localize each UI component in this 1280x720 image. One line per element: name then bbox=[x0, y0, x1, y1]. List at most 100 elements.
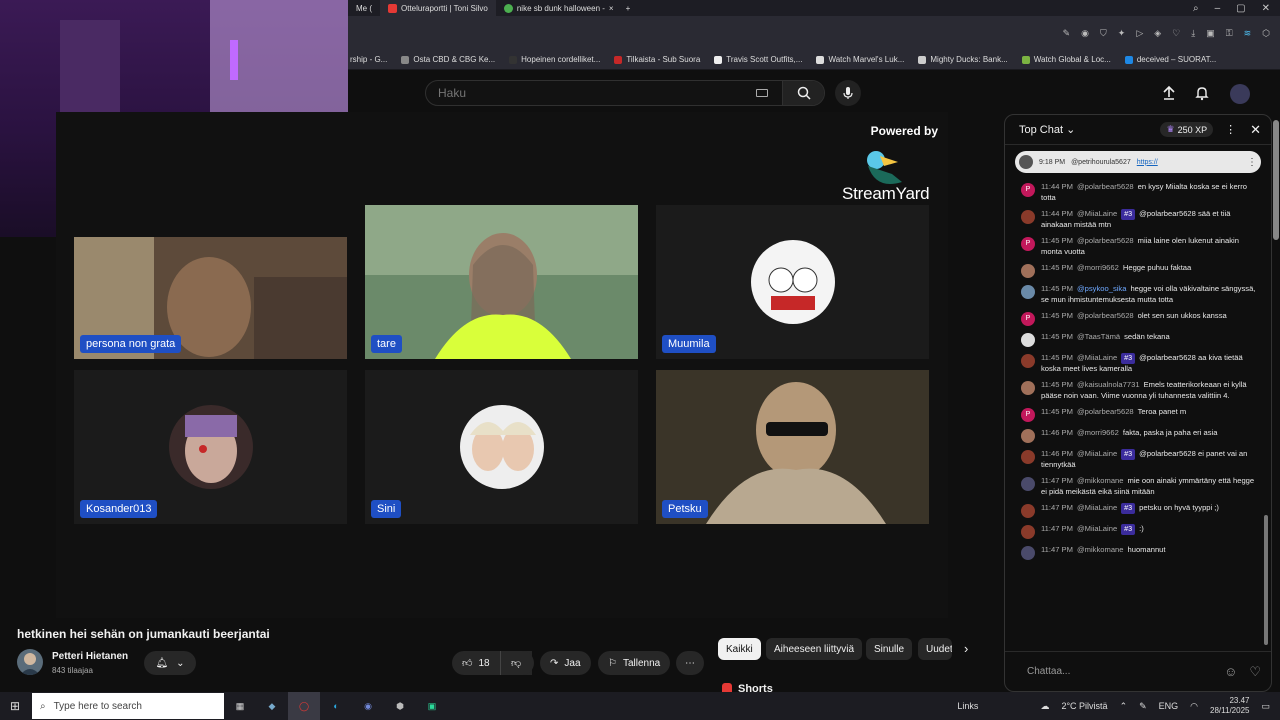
upload-icon[interactable] bbox=[1160, 84, 1178, 102]
search-tabs-icon[interactable]: ⌕ bbox=[1193, 3, 1199, 14]
chat-app-icon[interactable]: ▣ bbox=[416, 692, 448, 720]
chip-for-you[interactable]: Sinulle bbox=[866, 638, 913, 660]
chevron-up-icon[interactable]: ⌃ bbox=[1120, 701, 1128, 712]
channel-name[interactable]: Petteri Hietanen bbox=[52, 651, 128, 662]
avatar[interactable] bbox=[1021, 477, 1035, 491]
chat-author[interactable]: @mikkomane bbox=[1077, 476, 1124, 485]
page-scrollbar[interactable] bbox=[1273, 120, 1279, 240]
bookmark[interactable]: Tilkaista - Sub Suora bbox=[614, 55, 700, 64]
pen-icon[interactable]: ✎ bbox=[1139, 701, 1147, 712]
more-icon[interactable]: ⋮ bbox=[1225, 123, 1236, 136]
notifications-icon[interactable] bbox=[1193, 84, 1211, 102]
chat-message[interactable]: P 11:45 PM @polarbear5628 miia laine olen l… bbox=[1005, 233, 1263, 260]
close-icon[interactable]: ✕ bbox=[1250, 122, 1261, 138]
avatar[interactable] bbox=[1021, 285, 1035, 299]
new-tab-icon[interactable]: + bbox=[622, 4, 635, 13]
chat-author[interactable]: @mikkomane bbox=[1077, 545, 1124, 554]
avatar[interactable] bbox=[1021, 504, 1035, 518]
task-view-icon[interactable]: ▦ bbox=[224, 692, 256, 720]
bookmark[interactable]: Mighty Ducks: Bank... bbox=[918, 55, 1008, 64]
browser-tab[interactable]: Me ( bbox=[348, 0, 380, 16]
share-button[interactable]: ↷ Jaa bbox=[540, 651, 591, 675]
save-button[interactable]: ⚐ Tallenna bbox=[598, 651, 671, 675]
chat-message[interactable]: 11:46 PM @MiiaLaine #3 @polarbear5628 ei pa… bbox=[1005, 446, 1263, 473]
avatar[interactable] bbox=[1021, 450, 1035, 464]
chat-author[interactable]: @MiiaLaine bbox=[1077, 524, 1117, 533]
snapshot-icon[interactable]: ▣ bbox=[1206, 28, 1215, 39]
xp-badge[interactable]: ♛ 250 XP bbox=[1160, 122, 1214, 137]
avatar[interactable]: P bbox=[1021, 408, 1035, 422]
chat-author[interactable]: @kaisualnola7731 bbox=[1077, 380, 1140, 389]
copilot-icon[interactable]: ◆ bbox=[256, 692, 288, 720]
chat-scrollbar[interactable] bbox=[1264, 515, 1268, 645]
heart-icon[interactable]: ♡ bbox=[1249, 664, 1261, 680]
maximize-icon[interactable]: ▢ bbox=[1236, 3, 1245, 14]
emoji-icon[interactable]: ☺ bbox=[1224, 664, 1237, 679]
avatar[interactable]: P bbox=[1021, 237, 1035, 251]
download-icon[interactable]: ⤓ bbox=[1191, 28, 1195, 39]
extension-icon[interactable]: ✦ bbox=[1118, 28, 1126, 39]
chat-input[interactable]: Chattaa... bbox=[1027, 666, 1212, 677]
keyboard-icon[interactable] bbox=[756, 89, 768, 97]
wallet-icon[interactable]: ◈ bbox=[1154, 28, 1161, 39]
bookmark[interactable]: rship - G... bbox=[350, 55, 387, 64]
more-icon[interactable]: ⋮ bbox=[1247, 157, 1257, 168]
chat-author[interactable]: @MiiaLaine bbox=[1077, 503, 1117, 512]
avatar[interactable] bbox=[1021, 264, 1035, 278]
chat-author[interactable]: @MiiaLaine bbox=[1077, 353, 1117, 362]
avatar[interactable]: P bbox=[1021, 183, 1035, 197]
chat-author[interactable]: @polarbear5628 bbox=[1077, 236, 1134, 245]
bookmark[interactable]: Travis Scott Outfits,... bbox=[714, 55, 802, 64]
minimize-icon[interactable]: – bbox=[1215, 3, 1221, 14]
chat-message[interactable]: 11:44 PM @MiiaLaine #3 @polarbear5628 sää e… bbox=[1005, 206, 1263, 233]
chat-message[interactable]: 11:47 PM @MiiaLaine #3:) bbox=[1005, 521, 1263, 542]
chip-related[interactable]: Aiheeseen liittyviä bbox=[766, 638, 863, 660]
chat-mode-dropdown[interactable]: Top Chat ⌄ bbox=[1019, 123, 1075, 136]
play-icon[interactable]: ▷ bbox=[1136, 28, 1143, 39]
chat-message[interactable]: 11:45 PM @morri9662 Hegge puhuu faktaa bbox=[1005, 260, 1263, 281]
edit-icon[interactable]: ✎ bbox=[1063, 28, 1071, 39]
avatar[interactable] bbox=[1021, 546, 1035, 560]
avatar[interactable] bbox=[1021, 354, 1035, 368]
chat-message[interactable]: 11:47 PM @mikkomane mie oon ainaki ymmärtä… bbox=[1005, 473, 1263, 500]
chat-author[interactable]: @MiiaLaine bbox=[1077, 449, 1117, 458]
taskbar-search[interactable]: ⌕ Type here to search bbox=[32, 693, 224, 719]
cube-icon[interactable]: ⬡ bbox=[1262, 28, 1270, 39]
pinned-message[interactable]: 9:18 PM @petrihourula5627 https:// ⋮ bbox=[1015, 151, 1261, 173]
bookmark[interactable]: Osta CBD & CBG Ke... bbox=[401, 55, 495, 64]
chat-author[interactable]: @psykoo_sika bbox=[1077, 284, 1127, 293]
opera-icon[interactable]: ◯ bbox=[288, 692, 320, 720]
dislike-button[interactable]: 👎︎ bbox=[500, 651, 534, 675]
chat-author[interactable]: @MiiaLaine bbox=[1077, 209, 1117, 218]
chat-author[interactable]: @polarbear5628 bbox=[1077, 311, 1134, 320]
chip-new[interactable]: Uudet bbox=[918, 638, 952, 660]
edge-icon[interactable]: ◐ bbox=[320, 692, 352, 720]
shield-icon[interactable]: ⛉ bbox=[1100, 28, 1107, 39]
browser-tab[interactable]: nike sb dunk halloween - × bbox=[496, 0, 622, 16]
discord-icon[interactable]: ◉ bbox=[352, 692, 384, 720]
bookmark[interactable]: Hopeinen cordelliket... bbox=[509, 55, 600, 64]
close-icon[interactable]: × bbox=[609, 4, 614, 13]
bookmark[interactable]: Watch Global & Loc... bbox=[1021, 55, 1111, 64]
chat-message[interactable]: 11:46 PM @morri9662 fakta, paska ja paha e… bbox=[1005, 425, 1263, 446]
chat-message[interactable]: P 11:45 PM @polarbear5628 olet sen sun ukko… bbox=[1005, 308, 1263, 329]
avatar[interactable]: P bbox=[1021, 312, 1035, 326]
chat-author[interactable]: @polarbear5628 bbox=[1077, 407, 1134, 416]
chat-author[interactable]: @polarbear5628 bbox=[1077, 182, 1134, 191]
lock-icon[interactable]: ⚿ bbox=[1226, 28, 1233, 39]
chat-message[interactable]: P 11:44 PM @polarbear5628 en kysy Miialta k… bbox=[1005, 179, 1263, 206]
search-input[interactable] bbox=[426, 86, 756, 100]
camera-icon[interactable]: ◉ bbox=[1081, 28, 1089, 39]
video-player[interactable] bbox=[56, 112, 948, 618]
chat-author[interactable]: @morri9662 bbox=[1077, 263, 1119, 272]
close-window-icon[interactable]: ✕ bbox=[1262, 3, 1270, 14]
chat-message[interactable]: 11:47 PM @mikkomane huomannut bbox=[1005, 542, 1263, 563]
chat-message[interactable]: 11:45 PM @TaasTämä sedän tekana bbox=[1005, 329, 1263, 350]
chat-message[interactable]: 11:45 PM @psykoo_sika hegge voi olla väkiv… bbox=[1005, 281, 1263, 308]
channel-avatar[interactable] bbox=[17, 649, 43, 675]
avatar[interactable] bbox=[1230, 84, 1250, 104]
wifi-icon[interactable]: ◠ bbox=[1190, 701, 1198, 712]
chat-message[interactable]: 11:47 PM @MiiaLaine #3 petsku on hyvä tyypp… bbox=[1005, 500, 1263, 521]
chat-message[interactable]: 11:45 PM @MiiaLaine #3 @polarbear5628 aa ki… bbox=[1005, 350, 1263, 377]
chevron-right-icon[interactable]: › bbox=[964, 641, 968, 656]
